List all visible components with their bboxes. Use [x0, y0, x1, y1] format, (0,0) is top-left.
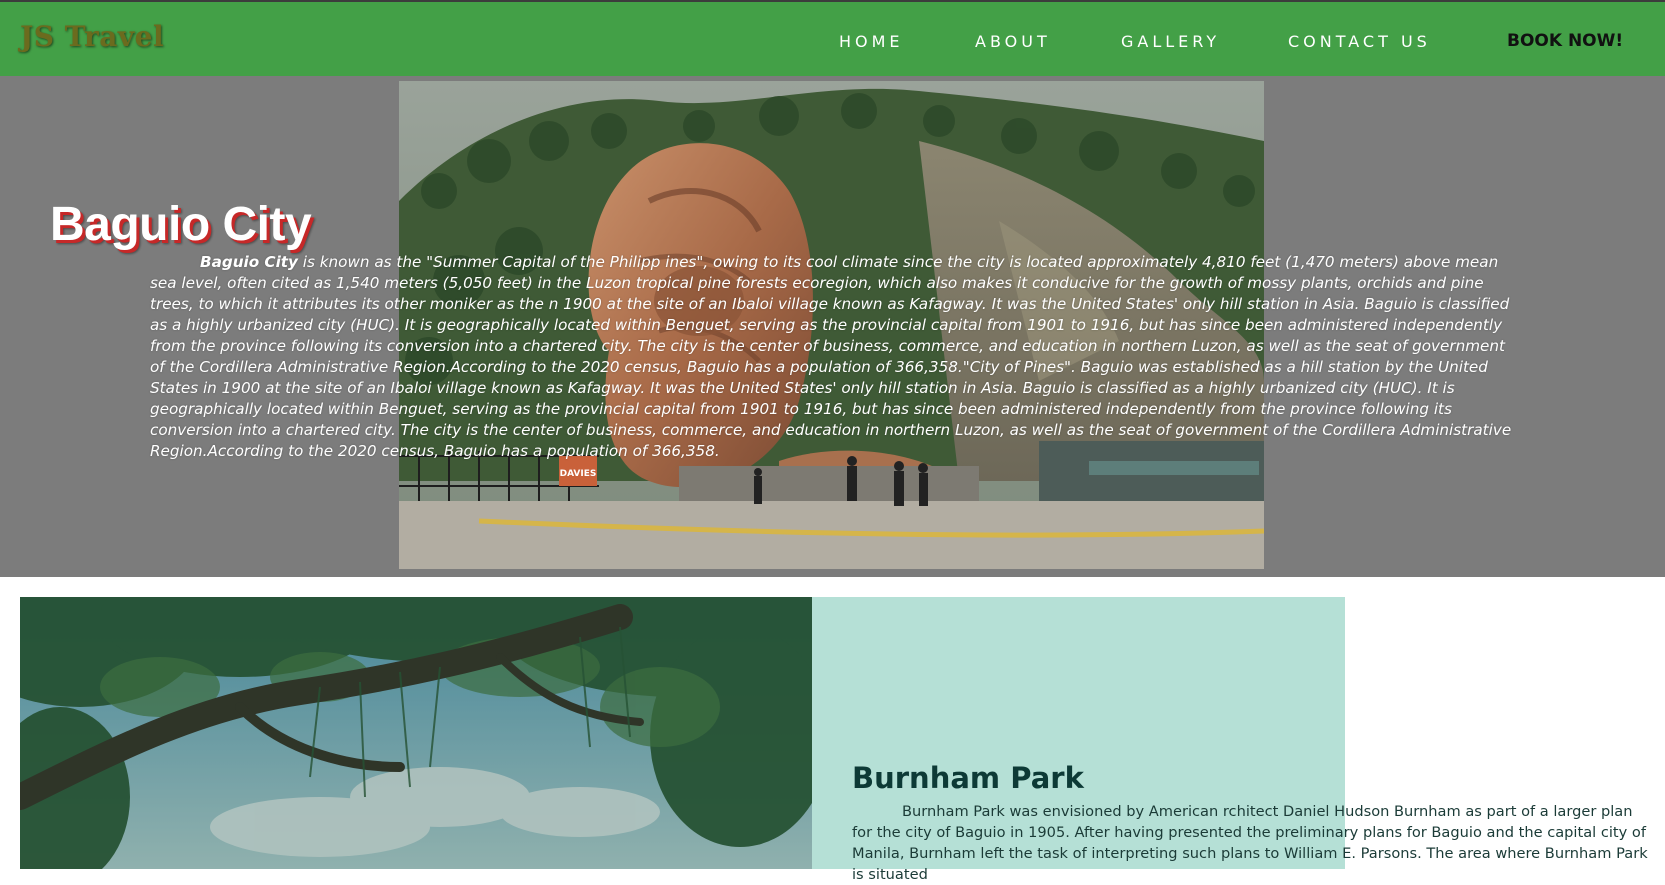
- brand-logo[interactable]: JS Travel: [20, 20, 164, 53]
- hero-title: Baguio City: [50, 198, 312, 251]
- hero-paragraph: is known as the "Summer Capital of the P…: [150, 253, 1512, 460]
- burnham-park-section: Burnham Park Burnham Park was envisioned…: [0, 577, 1665, 883]
- nav-link-contact-us[interactable]: CONTACT US: [1288, 32, 1431, 51]
- hero-lead-bold: Baguio City: [200, 253, 298, 271]
- nav-link-home[interactable]: HOME: [839, 32, 904, 51]
- book-now-button[interactable]: BOOK NOW!: [1507, 31, 1623, 51]
- hero-description: Baguio City is known as the "Summer Capi…: [150, 252, 1520, 462]
- burnham-park-description: Burnham Park was envisioned by American …: [852, 803, 1648, 883]
- hero-section: DAVIES Baguio City Baguio City is known …: [0, 76, 1665, 577]
- navbar: JS Travel HOME ABOUT GALLERY CONTACT US …: [0, 2, 1665, 76]
- nav-link-about[interactable]: ABOUT: [975, 32, 1051, 51]
- nav-link-gallery[interactable]: GALLERY: [1121, 32, 1220, 51]
- burnham-park-title: Burnham Park: [852, 761, 1084, 795]
- burnham-park-image: [20, 597, 812, 869]
- davies-sign: DAVIES: [560, 469, 597, 479]
